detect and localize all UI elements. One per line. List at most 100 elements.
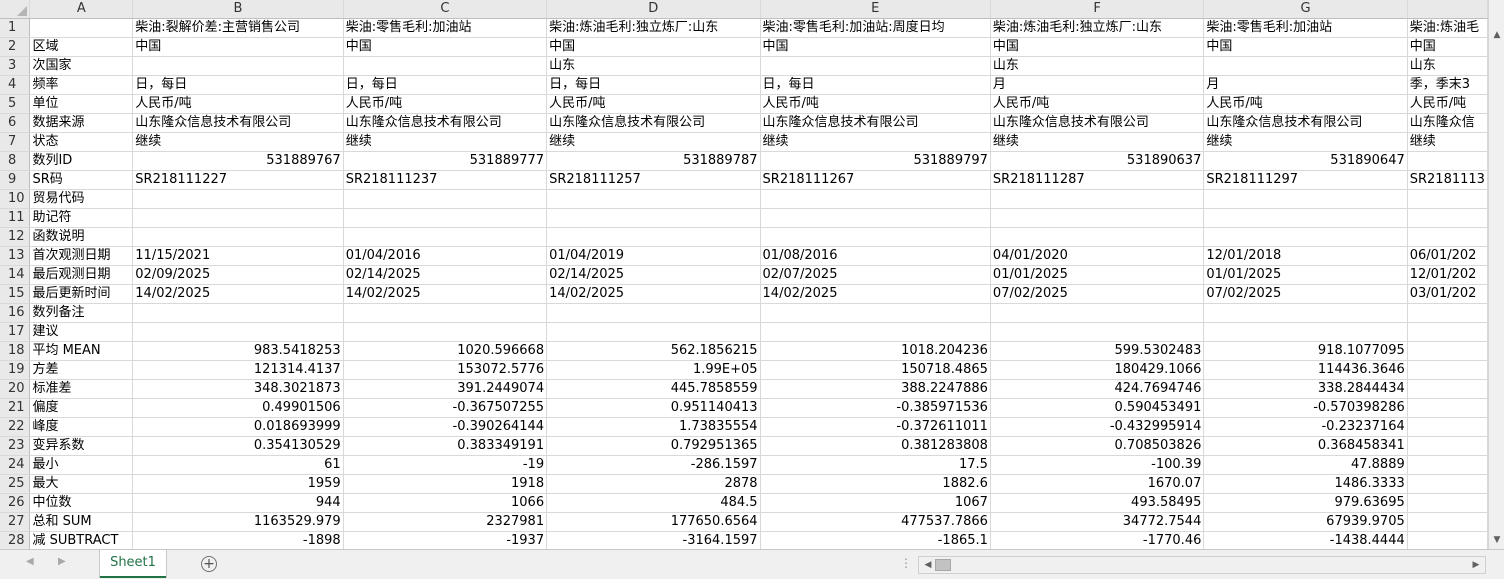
cell[interactable]: 1918 — [343, 474, 548, 494]
cell[interactable] — [1203, 189, 1408, 209]
cell[interactable]: 67939.9705 — [1203, 512, 1408, 532]
cell[interactable]: 153072.5776 — [343, 360, 548, 380]
cell[interactable]: -1438.4444 — [1203, 531, 1408, 549]
cell[interactable]: -1898 — [132, 531, 344, 549]
cell[interactable] — [1407, 322, 1488, 342]
cell[interactable]: 状态 — [29, 132, 134, 152]
cell[interactable] — [546, 208, 761, 228]
cell[interactable]: 区域 — [29, 37, 134, 57]
cell[interactable]: 944 — [132, 493, 344, 513]
cell[interactable]: 1018.204236 — [760, 341, 991, 361]
cell[interactable]: 中国 — [760, 37, 991, 57]
cell[interactable]: 变异系数 — [29, 436, 134, 456]
cell[interactable]: 总和 SUM — [29, 512, 134, 532]
cell[interactable]: 531889797 — [760, 151, 991, 171]
cell[interactable] — [760, 227, 991, 247]
cell[interactable] — [343, 227, 548, 247]
prev-sheet-arrow-icon[interactable]: ◀ — [26, 556, 34, 567]
cell[interactable] — [1407, 227, 1488, 247]
row-header[interactable]: 3 — [0, 56, 31, 76]
cell[interactable]: 1486.3333 — [1203, 474, 1408, 494]
cell[interactable]: 方差 — [29, 360, 134, 380]
cell[interactable]: 建议 — [29, 322, 134, 342]
row-header[interactable]: 26 — [0, 493, 31, 513]
cell[interactable] — [132, 227, 344, 247]
cell[interactable] — [1407, 208, 1488, 228]
cell[interactable]: 07/02/2025 — [990, 284, 1205, 304]
column-header[interactable]: C — [343, 0, 548, 19]
cell[interactable]: 0.951140413 — [546, 398, 761, 418]
cell[interactable] — [1407, 417, 1488, 437]
cell[interactable]: 14/02/2025 — [546, 284, 761, 304]
cell[interactable]: 人民币/吨 — [760, 94, 991, 114]
column-header[interactable]: B — [132, 0, 344, 19]
cell[interactable]: 531889787 — [546, 151, 761, 171]
cell[interactable] — [990, 189, 1205, 209]
row-header[interactable]: 8 — [0, 151, 31, 171]
cell[interactable]: 人民币/吨 — [132, 94, 344, 114]
cell[interactable] — [1407, 474, 1488, 494]
cell[interactable] — [1407, 341, 1488, 361]
cell[interactable]: 424.7694746 — [990, 379, 1205, 399]
scroll-left-arrow-icon[interactable]: ◀ — [921, 557, 935, 573]
row-header[interactable]: 21 — [0, 398, 31, 418]
cell[interactable]: 继续 — [546, 132, 761, 152]
cell[interactable]: 首次观测日期 — [29, 246, 134, 266]
cell[interactable]: 0.792951365 — [546, 436, 761, 456]
cell[interactable]: 中国 — [1203, 37, 1408, 57]
cell[interactable]: 531889767 — [132, 151, 344, 171]
cell[interactable] — [1407, 455, 1488, 475]
row-header[interactable]: 15 — [0, 284, 31, 304]
cell[interactable]: 02/09/2025 — [132, 265, 344, 285]
cell[interactable]: 柴油:零售毛利:加油站 — [343, 18, 548, 38]
cell[interactable] — [760, 208, 991, 228]
cell[interactable]: -100.39 — [990, 455, 1205, 475]
row-header[interactable]: 2 — [0, 37, 31, 57]
cell[interactable]: 继续 — [343, 132, 548, 152]
cell[interactable]: 477537.7866 — [760, 512, 991, 532]
cell[interactable] — [132, 303, 344, 323]
cell[interactable]: 02/14/2025 — [343, 265, 548, 285]
cell[interactable]: 02/07/2025 — [760, 265, 991, 285]
cell[interactable] — [343, 189, 548, 209]
sheet-tab-sheet1[interactable]: Sheet1 — [100, 550, 166, 578]
cell[interactable]: 助记符 — [29, 208, 134, 228]
column-header[interactable]: F — [990, 0, 1205, 19]
cell[interactable]: 445.7858559 — [546, 379, 761, 399]
cell[interactable]: 0.018693999 — [132, 417, 344, 437]
select-all-corner[interactable] — [0, 0, 31, 19]
cell[interactable]: 47.8889 — [1203, 455, 1408, 475]
cell[interactable]: 01/04/2019 — [546, 246, 761, 266]
cell[interactable] — [1203, 303, 1408, 323]
cell[interactable]: 1020.596668 — [343, 341, 548, 361]
cell[interactable]: 中国 — [546, 37, 761, 57]
cell[interactable]: 偏度 — [29, 398, 134, 418]
cell[interactable] — [343, 322, 548, 342]
cell[interactable]: 日，每日 — [760, 75, 991, 95]
cell[interactable]: 最后更新时间 — [29, 284, 134, 304]
cell[interactable]: 山东 — [1407, 56, 1488, 76]
row-header[interactable]: 28 — [0, 531, 31, 549]
cell[interactable]: -3164.1597 — [546, 531, 761, 549]
row-header[interactable]: 11 — [0, 208, 31, 228]
cell[interactable]: 数列备注 — [29, 303, 134, 323]
cell[interactable]: 338.2844434 — [1203, 379, 1408, 399]
cell[interactable]: -1770.46 — [990, 531, 1205, 549]
cell[interactable]: 山东隆众信息技术有限公司 — [132, 113, 344, 133]
cell[interactable]: SR218111257 — [546, 170, 761, 190]
column-header[interactable]: A — [29, 0, 134, 19]
cell[interactable] — [990, 227, 1205, 247]
cell[interactable]: 人民币/吨 — [546, 94, 761, 114]
cell[interactable]: SR218111267 — [760, 170, 991, 190]
row-header[interactable]: 23 — [0, 436, 31, 456]
cell[interactable]: -286.1597 — [546, 455, 761, 475]
cell[interactable]: 01/01/2025 — [1203, 265, 1408, 285]
row-header[interactable]: 9 — [0, 170, 31, 190]
row-header[interactable]: 1 — [0, 18, 31, 38]
cell[interactable]: 最小 — [29, 455, 134, 475]
row-header[interactable]: 5 — [0, 94, 31, 114]
cell[interactable]: 继续 — [760, 132, 991, 152]
cell[interactable]: 180429.1066 — [990, 360, 1205, 380]
cell[interactable]: 山东 — [990, 56, 1205, 76]
cell[interactable]: 柴油:炼油毛利:独立炼厂:山东 — [990, 18, 1205, 38]
